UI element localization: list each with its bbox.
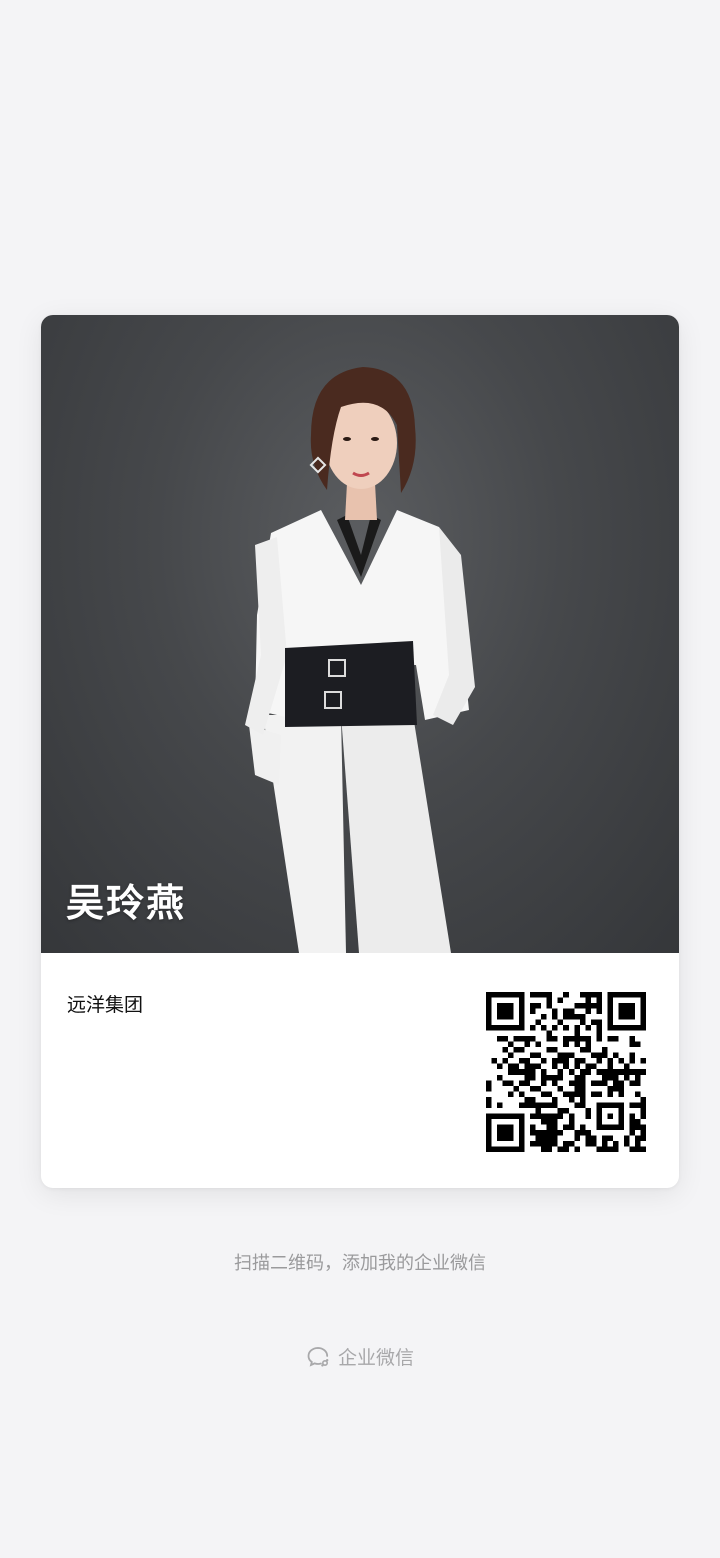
company-name: 远洋集团 [67, 994, 144, 1016]
contact-card: 吴玲燕 远洋集团 [41, 315, 679, 1188]
portrait-illustration [245, 367, 475, 953]
qr-code-icon[interactable] [486, 992, 646, 1152]
profile-photo: 吴玲燕 [41, 315, 679, 953]
contact-name: 吴玲燕 [66, 881, 187, 925]
wecom-brand: 企业微信 [0, 1343, 720, 1370]
wecom-chat-icon [307, 1346, 329, 1367]
contact-card-page: 吴玲燕 远洋集团 扫描二维码，添加我的企业微信 企业微信 [0, 0, 720, 1558]
scan-hint-text: 扫描二维码，添加我的企业微信 [234, 1253, 486, 1274]
wecom-brand-label: 企业微信 [337, 1347, 414, 1369]
